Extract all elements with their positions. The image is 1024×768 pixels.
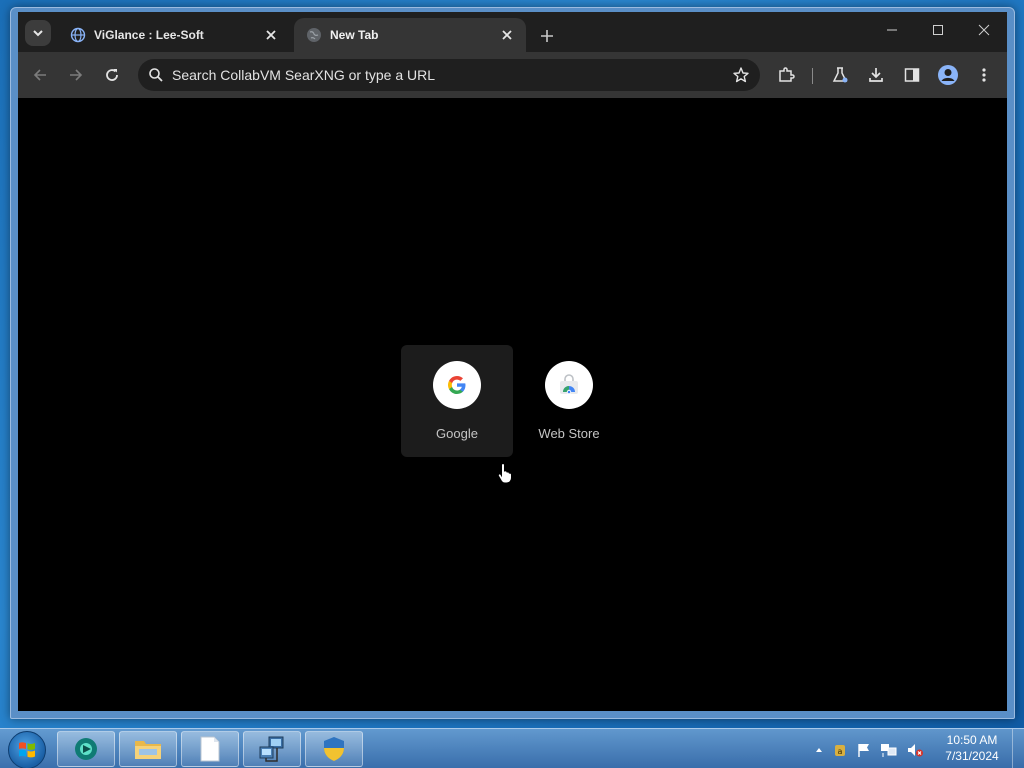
arrow-left-icon — [33, 69, 46, 81]
document-icon — [200, 736, 220, 762]
bookmark-star-button[interactable] — [732, 66, 750, 84]
flask-icon — [832, 67, 848, 83]
shortcut-label: Google — [436, 426, 478, 441]
side-panel-button[interactable] — [898, 61, 926, 89]
taskbar-explorer[interactable] — [119, 731, 177, 767]
shortcut-google[interactable]: Google — [401, 345, 513, 457]
close-window-button[interactable] — [961, 12, 1007, 48]
profile-button[interactable] — [934, 61, 962, 89]
chevron-up-icon[interactable] — [814, 745, 824, 755]
viglance-icon — [75, 738, 97, 760]
folder-icon — [135, 741, 161, 759]
tab-title: New Tab — [330, 28, 379, 42]
maximize-button[interactable] — [915, 12, 961, 48]
taskbar-notepad[interactable] — [181, 731, 239, 767]
star-icon — [733, 67, 749, 83]
svg-text:a: a — [838, 747, 843, 756]
google-g-icon — [433, 361, 481, 409]
globe-icon — [70, 27, 86, 43]
tab-strip: ViGlance : Lee-Soft New Tab — [18, 12, 1007, 52]
taskbar-clock[interactable]: 10:50 AM 7/31/2024 — [940, 732, 1004, 764]
network-icon — [259, 736, 284, 762]
avatar-icon — [938, 65, 958, 85]
tray-app-icon[interactable]: a — [832, 742, 848, 758]
minimize-icon — [887, 29, 897, 31]
forward-button[interactable] — [62, 61, 90, 89]
address-bar[interactable]: Search CollabVM SearXNG or type a URL — [138, 59, 760, 91]
close-tab-icon[interactable] — [262, 26, 280, 44]
downloads-button[interactable] — [862, 61, 890, 89]
menu-button[interactable] — [970, 61, 998, 89]
shortcut-label: Web Store — [538, 426, 600, 441]
labs-button[interactable] — [826, 61, 854, 89]
clock-time: 10:50 AM — [946, 733, 998, 747]
arrow-right-icon — [70, 69, 83, 81]
start-button[interactable] — [8, 731, 46, 768]
maximize-icon — [933, 25, 943, 35]
tab-search-button[interactable] — [25, 20, 51, 46]
more-vertical-icon — [982, 68, 986, 82]
window-controls — [869, 12, 1007, 48]
taskbar-network[interactable] — [243, 731, 301, 767]
extensions-button[interactable] — [772, 61, 800, 89]
address-bar-placeholder: Search CollabVM SearXNG or type a URL — [172, 67, 435, 83]
show-desktop-button[interactable] — [1012, 729, 1024, 768]
clock-date: 7/31/2024 — [945, 749, 999, 763]
reload-button[interactable] — [98, 61, 126, 89]
close-icon — [978, 24, 990, 36]
browser-window: ViGlance : Lee-Soft New Tab Search Colla… — [10, 7, 1015, 719]
system-tray: a — [814, 739, 924, 761]
taskbar-security[interactable] — [305, 731, 363, 767]
web-store-icon — [545, 361, 593, 409]
reload-icon — [106, 69, 118, 81]
download-icon — [869, 68, 883, 82]
shield-icon — [324, 737, 344, 761]
shortcut-web-store[interactable]: Web Store — [513, 345, 625, 457]
taskbar: a 10:50 AM 7/31/2024 — [0, 728, 1024, 768]
taskbar-viglance[interactable] — [57, 731, 115, 767]
browser-toolbar: Search CollabVM SearXNG or type a URL — [18, 52, 1007, 98]
search-icon — [149, 68, 163, 82]
new-tab-page: Google Web Store — [18, 98, 1007, 711]
tab-viglance[interactable]: ViGlance : Lee-Soft — [58, 18, 290, 52]
windows-logo-icon — [19, 742, 35, 758]
tab-title: ViGlance : Lee-Soft — [94, 28, 204, 42]
browser-frame: ViGlance : Lee-Soft New Tab Search Colla… — [18, 12, 1007, 711]
tab-new-tab[interactable]: New Tab — [294, 18, 526, 52]
new-tab-button[interactable] — [534, 23, 560, 49]
side-panel-icon — [904, 68, 920, 82]
flag-icon[interactable] — [856, 742, 872, 758]
chevron-down-icon — [33, 30, 43, 37]
close-tab-icon[interactable] — [498, 26, 516, 44]
volume-muted-icon[interactable] — [906, 742, 924, 758]
minimize-button[interactable] — [869, 12, 915, 48]
hand-cursor-icon — [497, 462, 512, 484]
globe-icon — [306, 27, 322, 43]
back-button[interactable] — [26, 61, 54, 89]
toolbar-divider — [812, 68, 813, 84]
plus-icon — [541, 30, 553, 42]
puzzle-icon — [779, 67, 795, 82]
network-status-icon[interactable] — [880, 742, 898, 758]
